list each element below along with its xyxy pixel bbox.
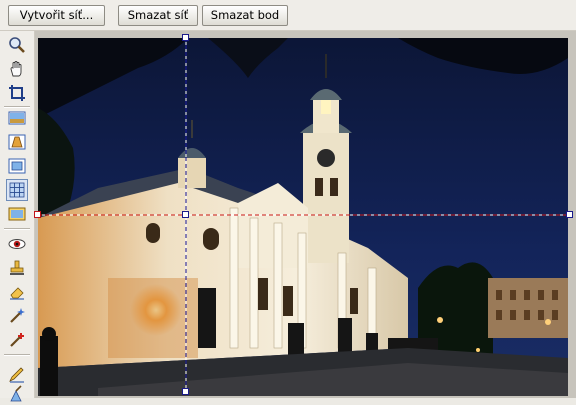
photo-church-night	[38, 38, 568, 396]
zoom-icon[interactable]	[6, 34, 28, 56]
delete-point-button[interactable]: Smazat bod	[202, 5, 288, 26]
create-mesh-button[interactable]: Vytvořit síť...	[8, 5, 105, 26]
pencil-icon[interactable]	[6, 363, 28, 385]
hand-pan-icon[interactable]	[6, 58, 28, 80]
mesh-handle-right[interactable]	[566, 211, 573, 218]
mesh-handle-top[interactable]	[182, 34, 189, 41]
image-canvas[interactable]	[35, 31, 576, 398]
mesh-warp-icon[interactable]	[6, 179, 28, 201]
healing-brush-icon[interactable]	[6, 329, 28, 351]
straighten-icon[interactable]	[6, 107, 28, 129]
canvas-icon[interactable]	[6, 203, 28, 225]
toolbox-separator	[4, 354, 30, 356]
clone-stamp-icon[interactable]	[6, 257, 28, 279]
retouch-icon[interactable]	[6, 383, 28, 405]
top-toolbar: Vytvořit síť... Smazat síť Smazat bod	[0, 0, 576, 31]
resize-icon[interactable]	[6, 155, 28, 177]
toolbox-separator	[4, 228, 30, 230]
tool-palette	[0, 31, 35, 402]
mesh-handle-bottom[interactable]	[182, 388, 189, 395]
mesh-handle-center[interactable]	[182, 211, 189, 218]
magic-brush-icon[interactable]	[6, 305, 28, 327]
perspective-icon[interactable]	[6, 131, 28, 153]
red-eye-icon[interactable]	[6, 233, 28, 255]
delete-mesh-button[interactable]: Smazat síť	[118, 5, 198, 26]
crop-icon[interactable]	[6, 82, 28, 104]
eraser-icon[interactable]	[6, 281, 28, 303]
mesh-handle-left[interactable]	[34, 211, 41, 218]
